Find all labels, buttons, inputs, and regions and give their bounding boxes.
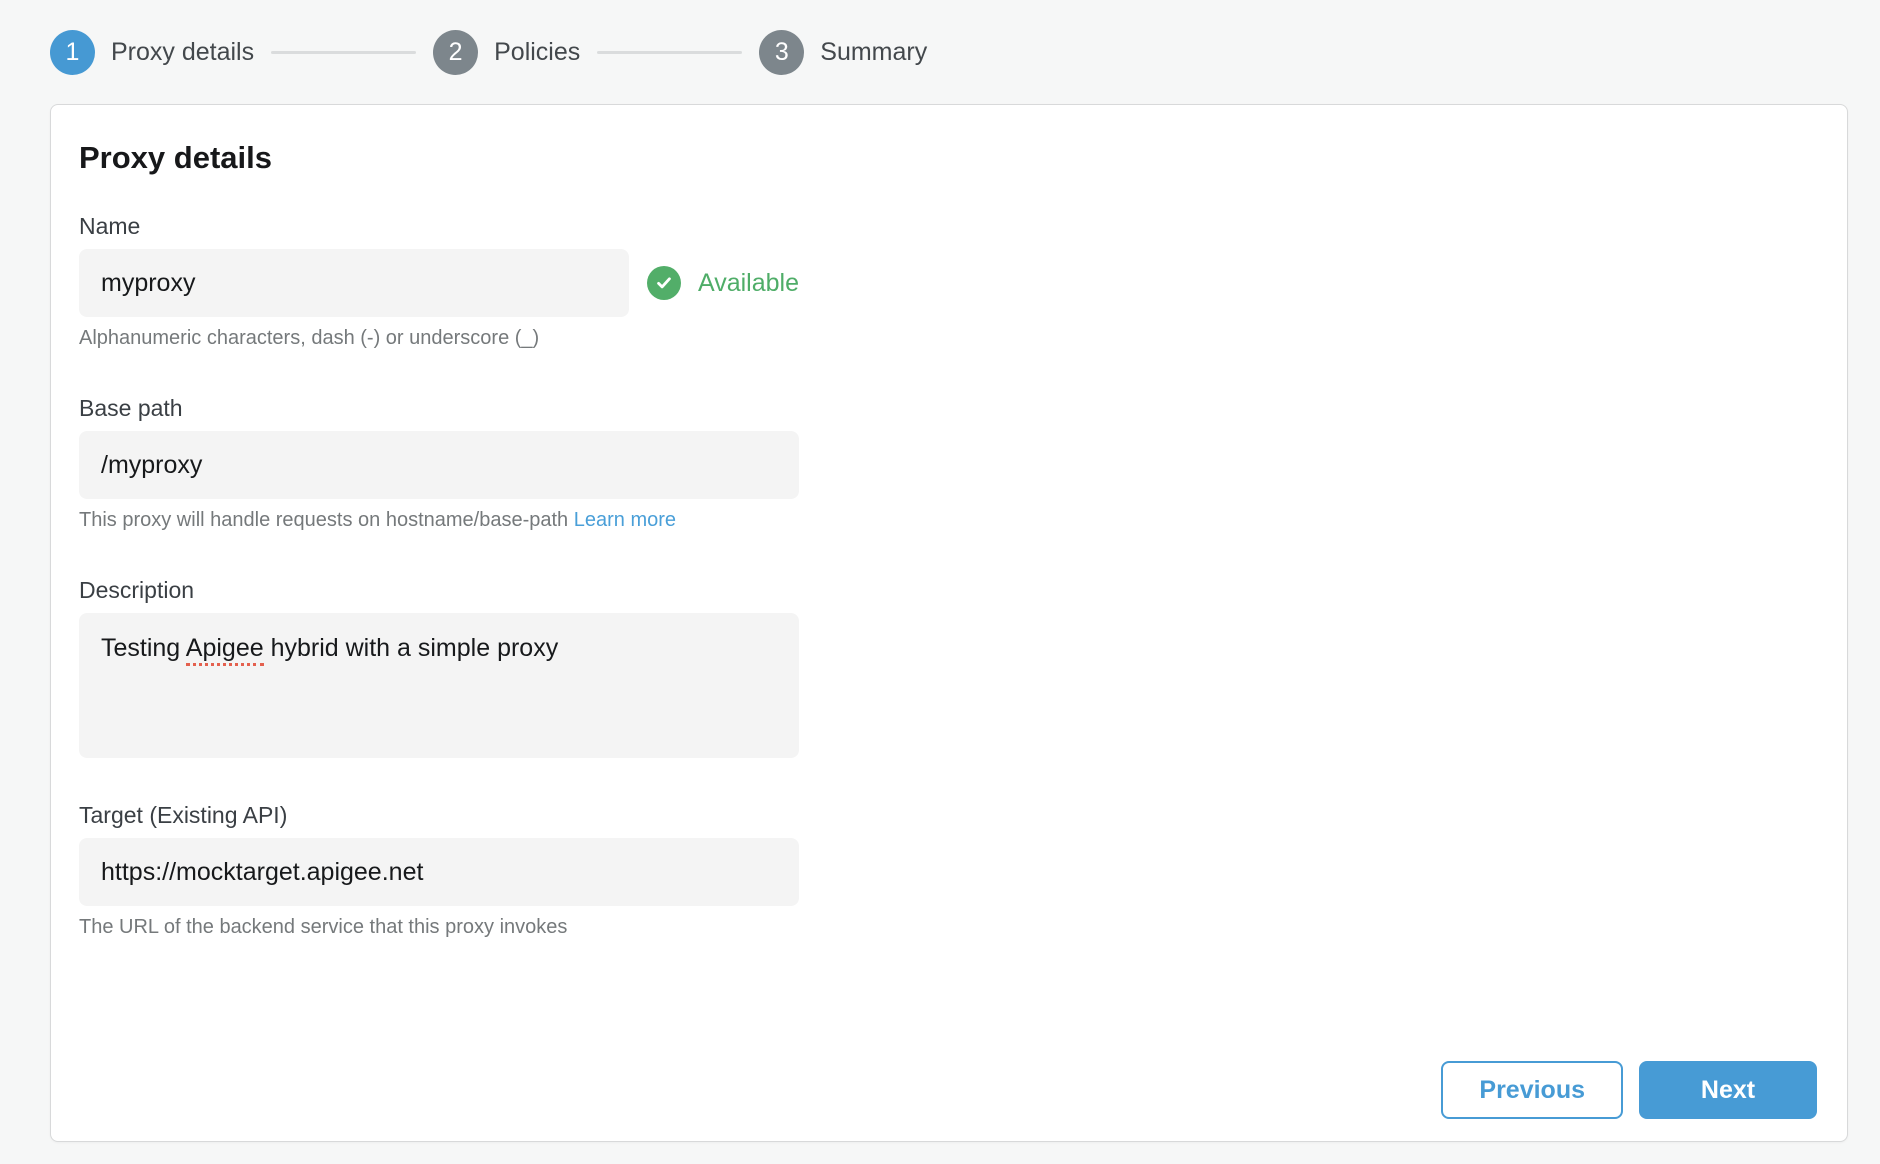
step-2-indicator: 2 <box>433 30 478 75</box>
description-text-suffix: hybrid with a simple proxy <box>264 634 559 662</box>
description-field-group: Description Testing Apigee hybrid with a… <box>79 575 799 758</box>
step-connector-1 <box>271 51 416 54</box>
next-button[interactable]: Next <box>1639 1061 1817 1119</box>
name-label: Name <box>79 211 799 241</box>
name-helper-text: Alphanumeric characters, dash (-) or und… <box>79 326 799 351</box>
base-path-helper-label: This proxy will handle requests on hostn… <box>79 509 568 531</box>
page-title: Proxy details <box>79 139 1817 177</box>
description-label: Description <box>79 575 799 605</box>
target-helper-text: The URL of the backend service that this… <box>79 915 799 940</box>
step-1-indicator: 1 <box>50 30 95 75</box>
step-2-label: Policies <box>494 38 580 67</box>
step-policies: 2 Policies <box>433 30 580 75</box>
name-field-group: Name Available Alphanumeric characters, … <box>79 211 799 351</box>
wizard-stepper: 1 Proxy details 2 Policies 3 Summary <box>0 0 1880 104</box>
learn-more-link[interactable]: Learn more <box>574 509 676 531</box>
step-1-label: Proxy details <box>111 38 254 67</box>
target-field-group: Target (Existing API) The URL of the bac… <box>79 800 799 940</box>
step-proxy-details: 1 Proxy details <box>50 30 254 75</box>
proxy-details-card: Proxy details Name Available Alphanumeri… <box>50 104 1848 1142</box>
previous-button[interactable]: Previous <box>1441 1061 1623 1119</box>
base-path-input[interactable] <box>79 431 799 499</box>
step-3-indicator: 3 <box>759 30 804 75</box>
availability-status-label: Available <box>698 269 799 298</box>
description-textarea[interactable]: Testing Apigee hybrid with a simple prox… <box>79 613 799 758</box>
name-input[interactable] <box>79 249 629 317</box>
step-3-label: Summary <box>820 38 927 67</box>
target-input[interactable] <box>79 838 799 906</box>
step-connector-2 <box>597 51 742 54</box>
description-text-prefix: Testing <box>101 634 186 662</box>
target-label: Target (Existing API) <box>79 800 799 830</box>
availability-status: Available <box>647 266 799 300</box>
base-path-field-group: Base path This proxy will handle request… <box>79 393 799 533</box>
wizard-actions: Previous Next <box>1441 1061 1817 1119</box>
description-text-misspelled: Apigee <box>186 634 264 666</box>
base-path-label: Base path <box>79 393 799 423</box>
check-circle-icon <box>647 266 681 300</box>
base-path-helper-text: This proxy will handle requests on hostn… <box>79 508 799 533</box>
step-summary: 3 Summary <box>759 30 927 75</box>
